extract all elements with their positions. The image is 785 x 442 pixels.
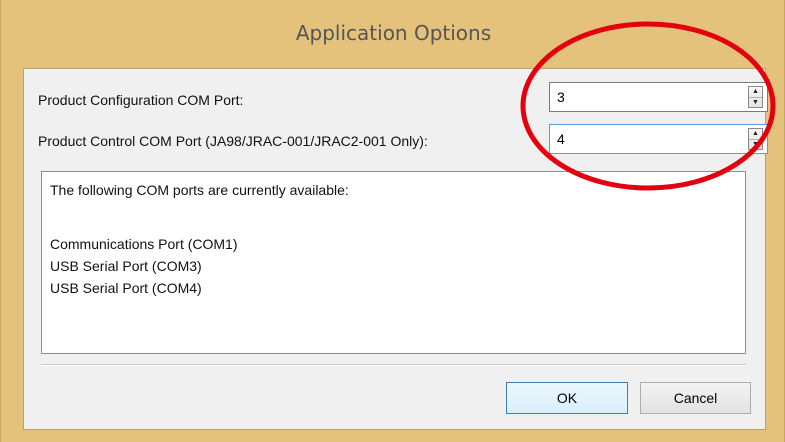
button-divider [41, 364, 746, 366]
application-options-dialog: Application Options Product Configuratio… [0, 0, 785, 442]
list-item: Communications Port (COM1) [50, 236, 238, 252]
cancel-button[interactable]: Cancel [640, 382, 751, 414]
control-port-label: Product Control COM Port (JA98/JRAC-001/… [38, 133, 428, 149]
config-port-spin-buttons[interactable]: ▲ ▼ [748, 86, 763, 108]
config-port-label: Product Configuration COM Port: [38, 92, 244, 108]
dialog-body: Product Configuration COM Port: 3 ▲ ▼ Pr… [23, 68, 768, 430]
spin-down-icon[interactable]: ▼ [749, 138, 762, 150]
config-port-spinner[interactable]: 3 ▲ ▼ [549, 82, 768, 112]
title-bar[interactable]: Application Options [1, 0, 785, 68]
control-port-spin-buttons[interactable]: ▲ ▼ [748, 128, 763, 150]
spin-down-icon[interactable]: ▼ [749, 96, 762, 108]
spin-up-icon[interactable]: ▲ [749, 87, 762, 97]
ok-button[interactable]: OK [506, 382, 628, 414]
config-port-value[interactable]: 3 [557, 89, 565, 105]
spin-up-icon[interactable]: ▲ [749, 129, 762, 139]
control-port-spinner[interactable]: 4 ▲ ▼ [549, 124, 768, 154]
list-item: USB Serial Port (COM4) [50, 280, 202, 296]
dialog-title: Application Options [295, 21, 492, 45]
list-item: USB Serial Port (COM3) [50, 258, 202, 274]
control-port-value[interactable]: 4 [557, 131, 565, 147]
available-ports-header: The following COM ports are currently av… [50, 182, 349, 198]
available-ports-box[interactable]: The following COM ports are currently av… [41, 171, 746, 354]
